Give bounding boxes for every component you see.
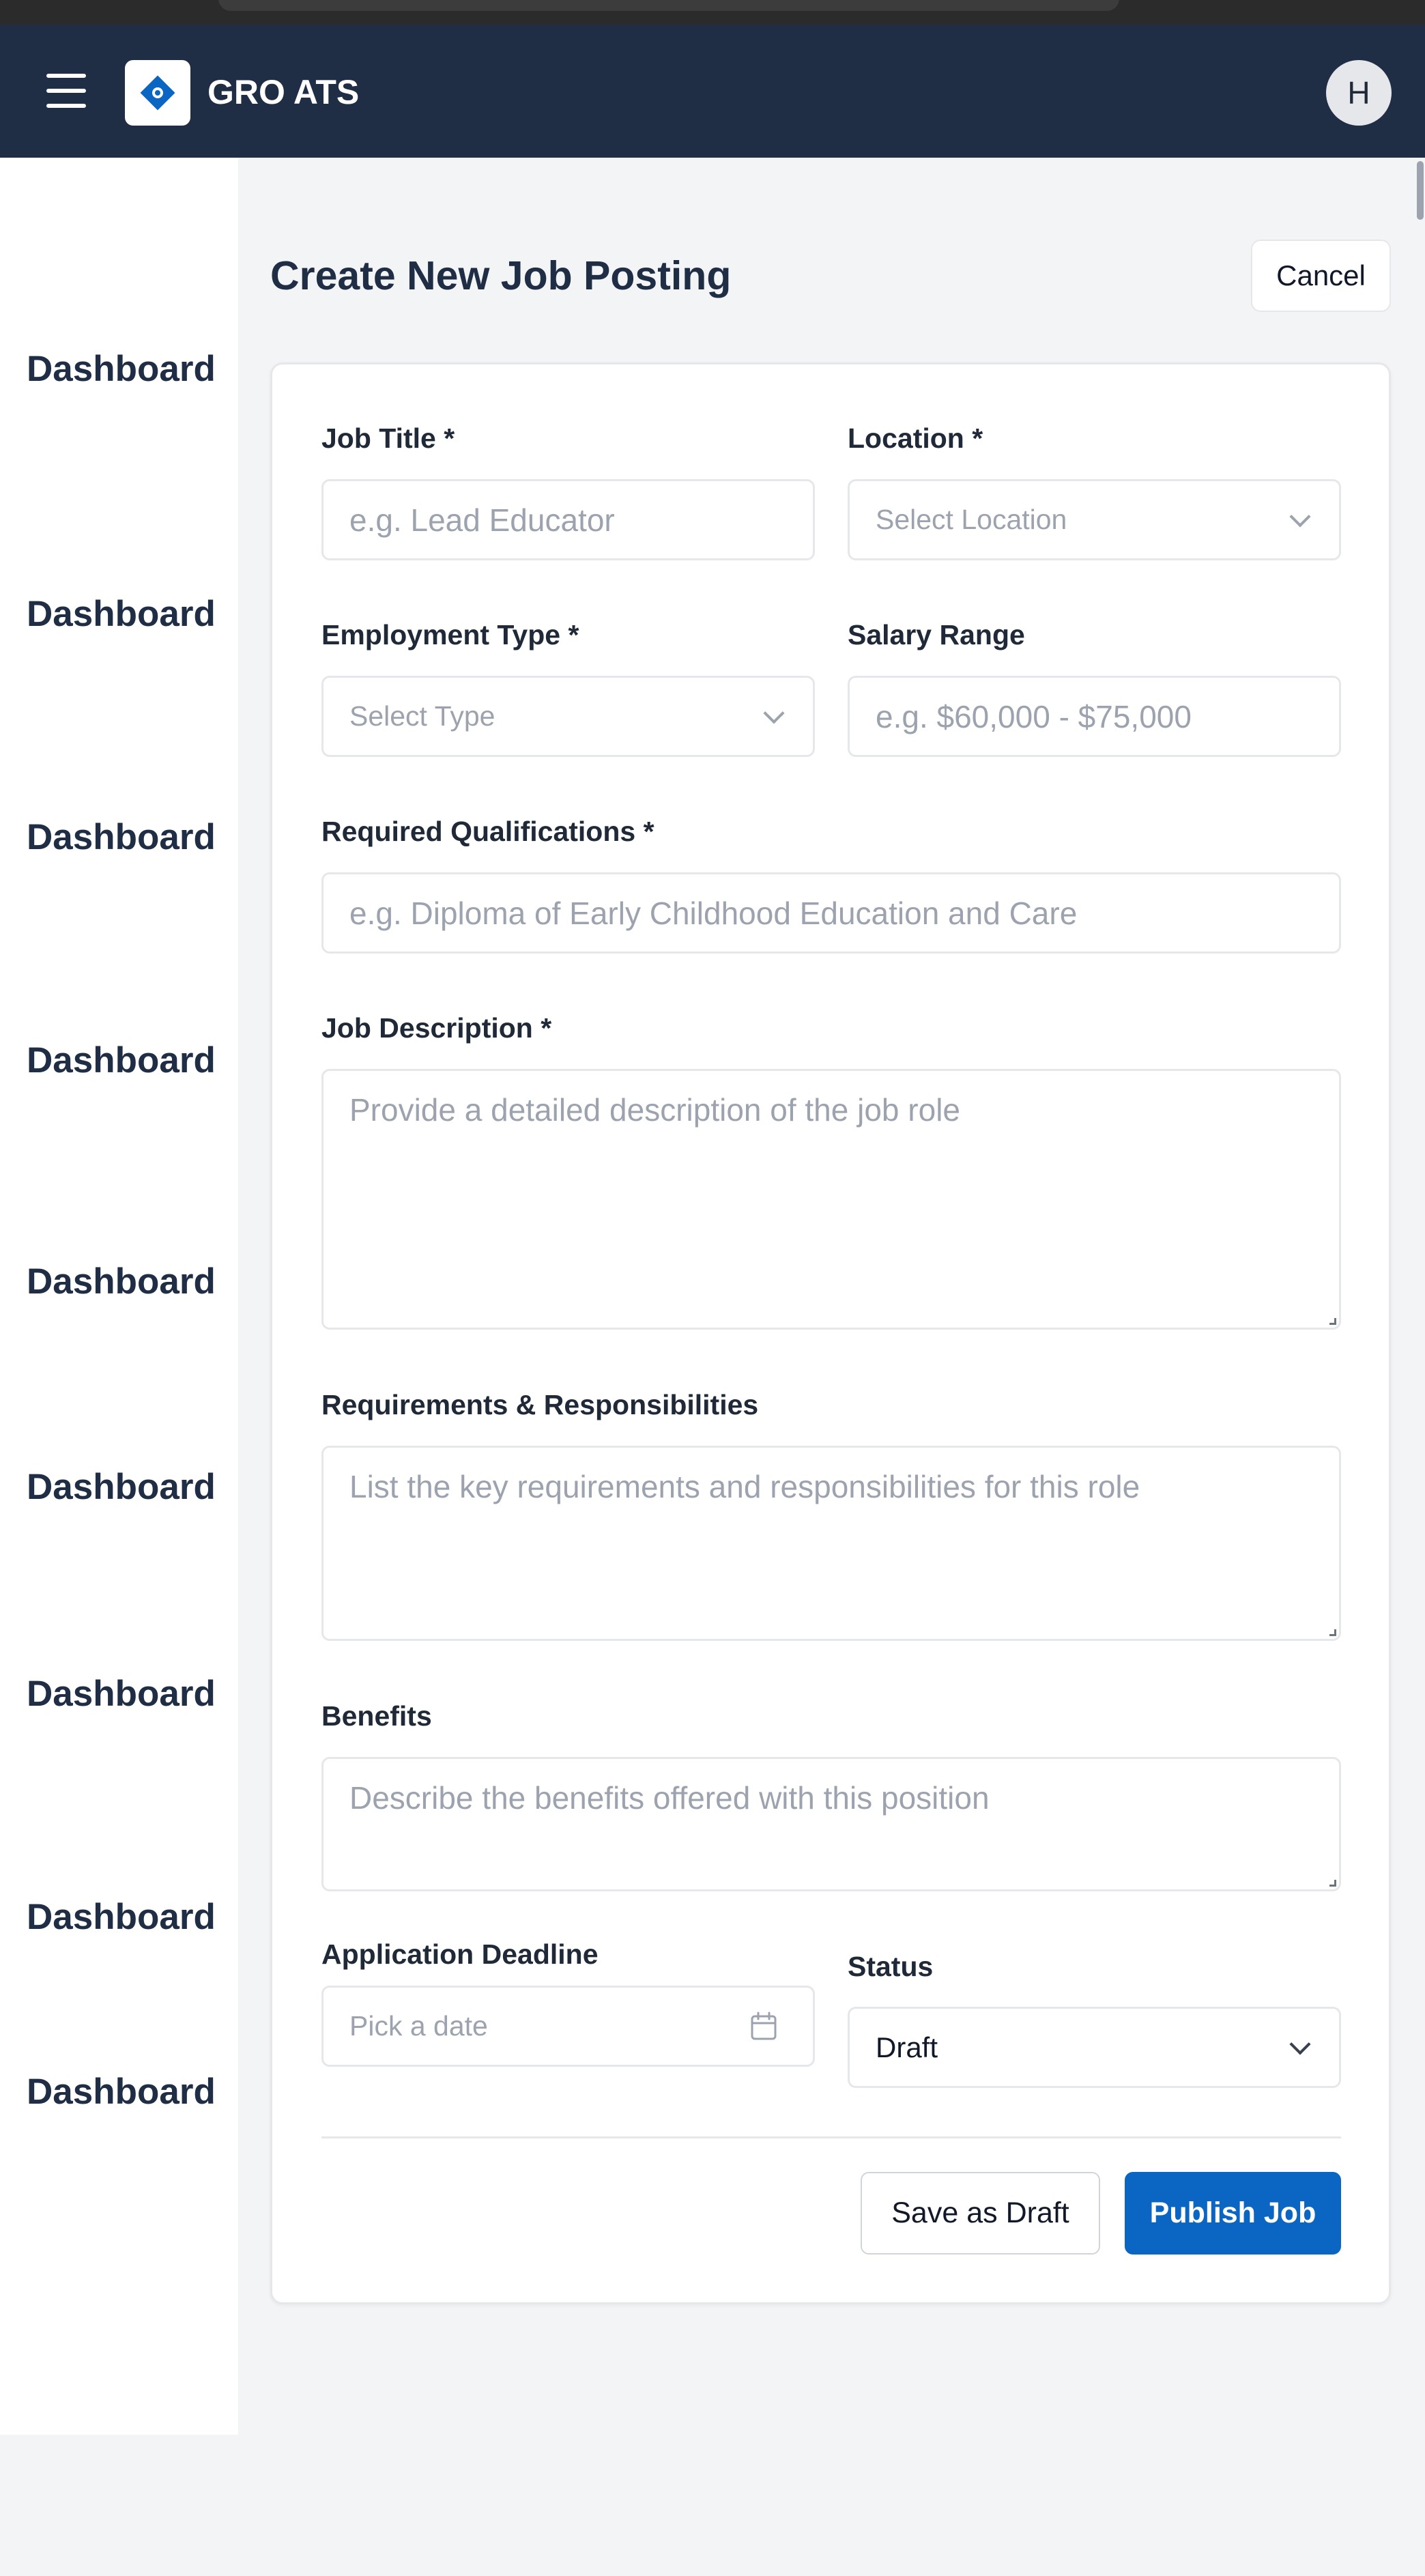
sidebar-item-dashboard[interactable]: Dashboard [27,814,216,861]
sidebar: Dashboard Dashboard Dashboard Dashboard … [0,158,238,2435]
benefits-textarea[interactable]: Describe the benefits offered with this … [321,1757,1341,1891]
job-description-textarea[interactable]: Provide a detailed description of the jo… [321,1069,1341,1330]
publish-job-button[interactable]: Publish Job [1125,2172,1341,2255]
salary-range-placeholder: e.g. $60,000 - $75,000 [876,698,1192,734]
qualifications-label: Required Qualifications * [321,816,654,847]
sidebar-item-dashboard[interactable]: Dashboard [27,1463,216,1511]
sidebar-item-dashboard[interactable]: Dashboard [27,590,216,638]
requirements-textarea[interactable]: List the key requirements and responsibi… [321,1446,1341,1641]
status-value: Draft [876,2031,938,2063]
salary-range-label: Salary Range [848,619,1025,650]
cancel-button[interactable]: Cancel [1251,240,1391,312]
calendar-icon[interactable] [750,2012,777,2042]
resize-handle-icon[interactable] [1329,1629,1336,1636]
deadline-label: Application Deadline [321,1938,599,1970]
deadline-date-picker[interactable]: Pick a date [321,1986,815,2067]
qualifications-input[interactable]: e.g. Diploma of Early Childhood Educatio… [321,872,1341,954]
browser-top-bar [0,0,1425,25]
status-label: Status [848,1951,934,1982]
form-divider [321,2136,1341,2138]
deadline-placeholder: Pick a date [349,2010,488,2042]
hamburger-menu-icon[interactable] [46,74,86,108]
sidebar-item-dashboard[interactable]: Dashboard [27,345,216,393]
brand-name: GRO ATS [207,73,360,111]
benefits-placeholder: Describe the benefits offered with this … [349,1780,990,1816]
job-title-input[interactable]: e.g. Lead Educator [321,479,815,560]
job-description-label: Job Description * [321,1012,552,1044]
benefits-label: Benefits [321,1700,432,1732]
location-select[interactable]: Select Location [848,479,1341,560]
resize-handle-icon[interactable] [1329,1880,1336,1887]
job-title-placeholder: e.g. Lead Educator [349,502,615,538]
status-select[interactable]: Draft [848,2007,1341,2088]
sidebar-item-dashboard[interactable]: Dashboard [27,1037,216,1085]
location-placeholder: Select Location [876,504,1067,535]
job-title-label: Job Title * [321,423,455,454]
user-avatar[interactable]: H [1326,60,1392,126]
sidebar-item-dashboard[interactable]: Dashboard [27,1893,216,1941]
chevron-down-icon [1289,505,1311,528]
sidebar-item-dashboard[interactable]: Dashboard [27,1670,216,1718]
employment-type-select[interactable]: Select Type [321,676,815,757]
requirements-label: Requirements & Responsibilities [321,1389,759,1420]
qualifications-placeholder: e.g. Diploma of Early Childhood Educatio… [349,895,1078,931]
browser-address-bar [218,0,1119,11]
save-as-draft-button[interactable]: Save as Draft [861,2172,1100,2255]
salary-range-input[interactable]: e.g. $60,000 - $75,000 [848,676,1341,757]
location-label: Location * [848,423,983,454]
resize-handle-icon[interactable] [1329,1318,1336,1325]
brand-logo-icon [125,60,190,126]
job-description-placeholder: Provide a detailed description of the jo… [349,1092,961,1128]
sidebar-item-dashboard[interactable]: Dashboard [27,2068,216,2116]
page-scrollbar[interactable] [1417,161,1424,220]
sidebar-item-dashboard[interactable]: Dashboard [27,1258,216,1306]
chevron-down-icon [1289,2033,1311,2055]
app-header: GRO ATS H [0,25,1425,158]
requirements-placeholder: List the key requirements and responsibi… [349,1469,1140,1504]
employment-type-placeholder: Select Type [349,700,495,732]
employment-type-label: Employment Type * [321,619,579,650]
chevron-down-icon [763,702,785,724]
page-title: Create New Job Posting [270,253,732,298]
